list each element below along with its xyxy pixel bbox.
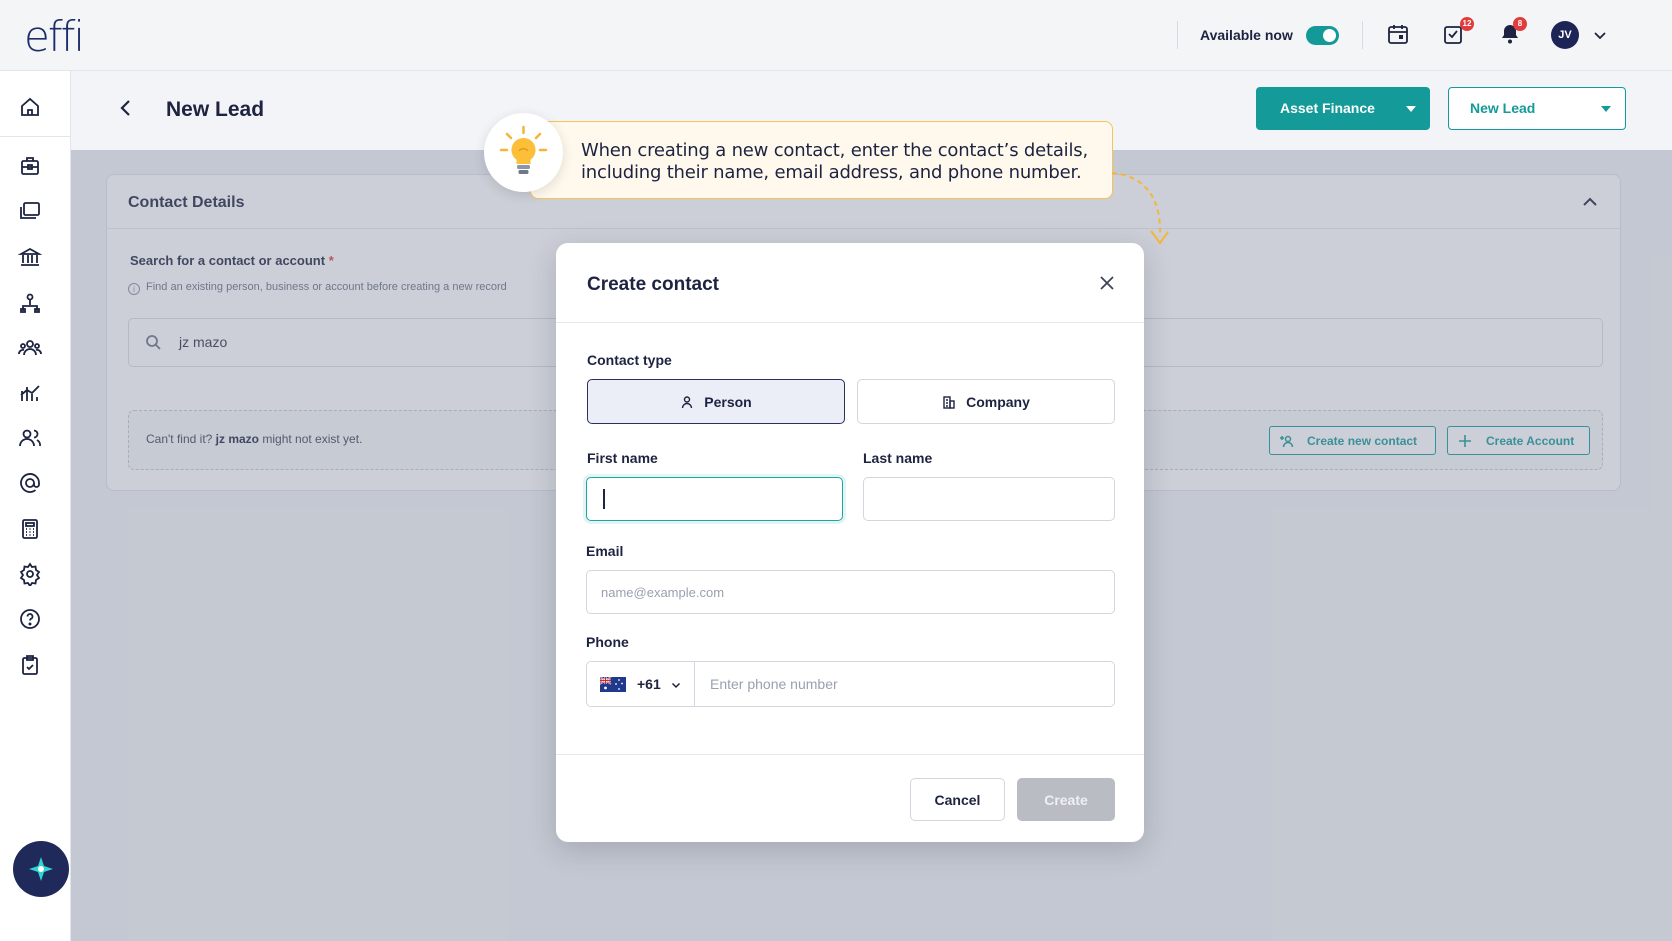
clipboard-icon[interactable]	[18, 653, 42, 677]
page-title: New Lead	[166, 98, 265, 121]
top-bar: effi Available now 12 8 JV	[0, 0, 1672, 71]
chevron-down-icon[interactable]	[1592, 27, 1608, 43]
pointer-arrow-icon	[1111, 172, 1169, 245]
at-icon[interactable]	[18, 471, 42, 495]
home-icon[interactable]	[18, 95, 42, 119]
lightbulb-icon	[484, 113, 563, 192]
building-icon	[943, 395, 955, 409]
last-name-label: Last name	[863, 450, 933, 466]
phone-label: Phone	[586, 634, 629, 650]
dialog-header: Create contact	[556, 243, 1144, 323]
country-code-value: +61	[637, 676, 661, 692]
close-icon[interactable]	[1096, 272, 1118, 294]
caret-down-icon	[1406, 106, 1416, 112]
tasks-badge: 12	[1460, 17, 1474, 31]
bank-icon[interactable]	[17, 245, 43, 269]
contact-type-person-option[interactable]: Person	[587, 379, 845, 424]
availability-toggle[interactable]	[1306, 26, 1339, 45]
caret-down-icon	[1601, 106, 1611, 112]
tip-text: When creating a new contact, enter the c…	[581, 140, 1088, 183]
create-button[interactable]: Create	[1017, 778, 1115, 821]
email-field[interactable]	[586, 570, 1115, 614]
calculator-icon[interactable]	[18, 517, 42, 541]
team-icon[interactable]	[18, 336, 42, 360]
dialog-title: Create contact	[587, 274, 719, 295]
first-name-field[interactable]	[586, 477, 843, 521]
contact-type-label: Contact type	[587, 352, 672, 368]
calendar-icon[interactable]	[1386, 22, 1412, 48]
folders-icon[interactable]	[18, 199, 42, 223]
new-lead-label: New Lead	[1470, 100, 1536, 116]
avatar[interactable]: JV	[1551, 21, 1579, 49]
users-icon[interactable]	[18, 426, 42, 450]
last-name-field[interactable]	[863, 477, 1115, 521]
text-cursor	[603, 489, 605, 509]
dialog-footer-divider	[556, 754, 1144, 755]
help-icon[interactable]	[18, 607, 42, 631]
availability-label: Available now	[1200, 27, 1293, 43]
settings-icon[interactable]	[18, 562, 42, 588]
email-label: Email	[586, 543, 624, 559]
briefcase-icon[interactable]	[18, 154, 42, 178]
person-icon	[682, 395, 693, 408]
phone-field-group: +61	[586, 661, 1115, 707]
new-lead-dropdown-button[interactable]: New Lead	[1448, 87, 1626, 130]
ai-sparkle-icon	[29, 857, 53, 881]
divider	[1177, 21, 1178, 49]
company-label: Company	[966, 393, 1030, 410]
notifications-badge: 8	[1513, 17, 1527, 31]
cancel-button[interactable]: Cancel	[910, 778, 1005, 821]
tip-callout: When creating a new contact, enter the c…	[530, 121, 1113, 199]
phone-number-field[interactable]	[696, 662, 1114, 706]
sidebar	[0, 71, 71, 941]
divider	[0, 136, 71, 137]
chevron-down-icon	[670, 678, 682, 690]
first-name-field-wrap	[586, 477, 843, 521]
divider	[1362, 21, 1363, 49]
bell-icon[interactable]: 8	[1498, 17, 1527, 48]
ai-assistant-button[interactable]	[13, 841, 69, 897]
asset-finance-dropdown-button[interactable]: Asset Finance	[1256, 87, 1430, 130]
asset-finance-label: Asset Finance	[1280, 100, 1375, 116]
contact-type-company-option[interactable]: Company	[857, 379, 1115, 424]
app-logo[interactable]: effi	[24, 12, 85, 61]
country-code-select[interactable]: +61	[587, 662, 695, 706]
create-contact-dialog: Create contact Contact type Person Compa…	[556, 243, 1144, 842]
person-label: Person	[704, 393, 752, 410]
analytics-icon[interactable]	[18, 381, 42, 405]
tasks-icon[interactable]: 12	[1442, 17, 1474, 48]
first-name-label: First name	[587, 450, 658, 466]
back-arrow-icon[interactable]	[115, 97, 137, 119]
australia-flag-icon	[600, 677, 626, 692]
org-icon[interactable]	[18, 291, 42, 315]
